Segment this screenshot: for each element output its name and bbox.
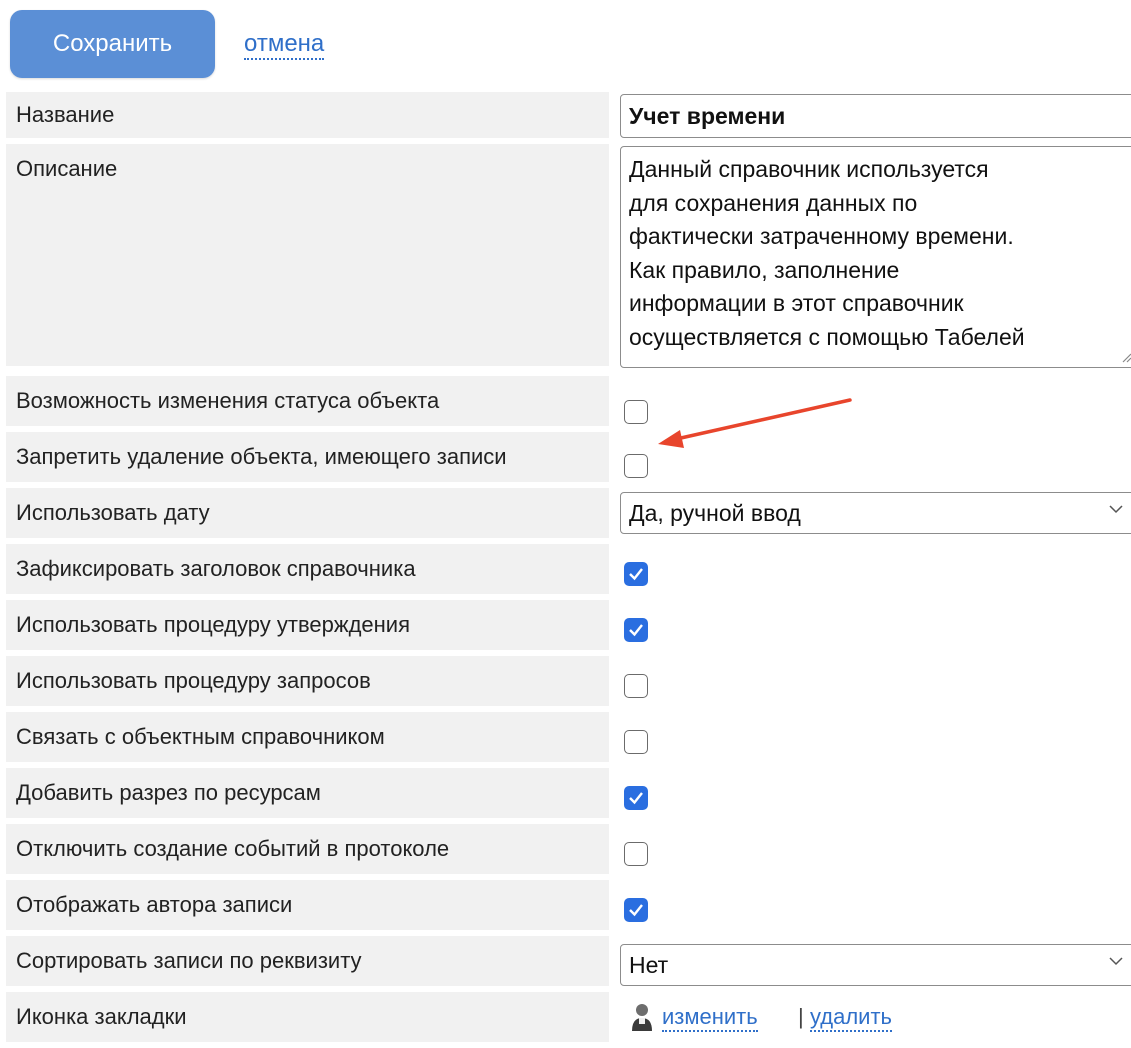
- name-input[interactable]: Учет времени: [620, 94, 1131, 138]
- sort-by-select[interactable]: Нет: [620, 944, 1131, 986]
- description-label: Описание: [6, 144, 609, 366]
- checkmark-icon: [629, 904, 643, 917]
- description-line: для сохранения данных по: [629, 189, 918, 216]
- row-fix-header: Зафиксировать заголовок справочника: [6, 544, 1131, 596]
- fix-header-label: Зафиксировать заголовок справочника: [6, 544, 609, 594]
- settings-form: Название Учет времени Описание Данный сп…: [6, 92, 1131, 1048]
- row-approval: Использовать процедуру утверждения: [6, 600, 1131, 652]
- fix-header-checkbox[interactable]: [624, 562, 648, 586]
- requests-label: Использовать процедуру запросов: [6, 656, 609, 706]
- approval-checkbox[interactable]: [624, 618, 648, 642]
- toolbar: Сохранить отмена: [10, 10, 610, 78]
- description-line: Данный справочник используется: [629, 156, 989, 182]
- description-line: фактически затраченному времени.: [629, 223, 1014, 249]
- row-link-object: Связать с объектным справочником: [6, 712, 1131, 764]
- chevron-down-icon: [1109, 505, 1123, 514]
- link-object-label: Связать с объектным справочником: [6, 712, 609, 762]
- link-object-checkbox[interactable]: [624, 730, 648, 754]
- resize-grip-icon[interactable]: [1122, 353, 1131, 363]
- row-requests: Использовать процедуру запросов: [6, 656, 1131, 708]
- show-author-checkbox[interactable]: [624, 898, 648, 922]
- row-description: Описание Данный справочник используется …: [6, 144, 1131, 372]
- save-button[interactable]: Сохранить: [10, 10, 215, 78]
- arrow-annotation: [658, 398, 852, 448]
- cancel-link[interactable]: отмена: [244, 30, 325, 60]
- resources-checkbox[interactable]: [624, 786, 648, 810]
- use-date-label: Использовать дату: [6, 488, 609, 538]
- checkmark-icon: [629, 624, 643, 637]
- row-name: Название Учет времени: [6, 92, 1131, 140]
- checkmark-icon: [629, 792, 643, 805]
- row-tab-icon: Иконка закладки изменить | удалить: [6, 992, 1131, 1048]
- delete-icon-link[interactable]: удалить: [810, 1004, 893, 1032]
- description-line: осуществляется с помощью Табелей: [629, 323, 1025, 350]
- forbid-delete-checkbox[interactable]: [624, 454, 648, 478]
- row-sort-by: Сортировать записи по реквизиту Нет: [6, 936, 1131, 988]
- sort-by-selected-value: Нет: [629, 952, 669, 978]
- forbid-delete-label: Запретить удаление объекта, имеющего зап…: [6, 432, 609, 482]
- status-change-label: Возможность изменения статуса объекта: [6, 376, 609, 426]
- row-use-date: Использовать дату Да, ручной ввод: [6, 488, 1131, 540]
- row-resources: Добавить разрез по ресурсам: [6, 768, 1131, 820]
- sort-by-label: Сортировать записи по реквизиту: [6, 936, 609, 986]
- checkmark-icon: [629, 568, 643, 581]
- description-line: Как правило, заполнение: [629, 256, 900, 283]
- resources-label: Добавить разрез по ресурсам: [6, 768, 609, 818]
- use-date-selected-value: Да, ручной ввод: [629, 500, 801, 526]
- name-label: Название: [6, 92, 609, 138]
- row-disable-events: Отключить создание событий в протоколе: [6, 824, 1131, 876]
- disable-events-checkbox[interactable]: [624, 842, 648, 866]
- status-change-checkbox[interactable]: [624, 400, 648, 424]
- user-icon: [632, 1004, 652, 1031]
- requests-checkbox[interactable]: [624, 674, 648, 698]
- row-forbid-delete: Запретить удаление объекта, имеющего зап…: [6, 432, 1131, 484]
- change-icon-link[interactable]: изменить: [662, 1004, 758, 1032]
- row-status-change: Возможность изменения статуса объекта: [6, 376, 1131, 428]
- description-textarea[interactable]: Данный справочник используется для сохра…: [620, 146, 1131, 368]
- link-separator: |: [798, 1004, 804, 1029]
- use-date-select[interactable]: Да, ручной ввод: [620, 492, 1131, 534]
- approval-label: Использовать процедуру утверждения: [6, 600, 609, 650]
- row-show-author: Отображать автора записи: [6, 880, 1131, 932]
- tab-icon-label: Иконка закладки: [6, 992, 609, 1042]
- show-author-label: Отображать автора записи: [6, 880, 609, 930]
- disable-events-label: Отключить создание событий в протоколе: [6, 824, 609, 874]
- chevron-down-icon: [1109, 957, 1123, 966]
- description-line: информации в этот справочник: [629, 290, 964, 316]
